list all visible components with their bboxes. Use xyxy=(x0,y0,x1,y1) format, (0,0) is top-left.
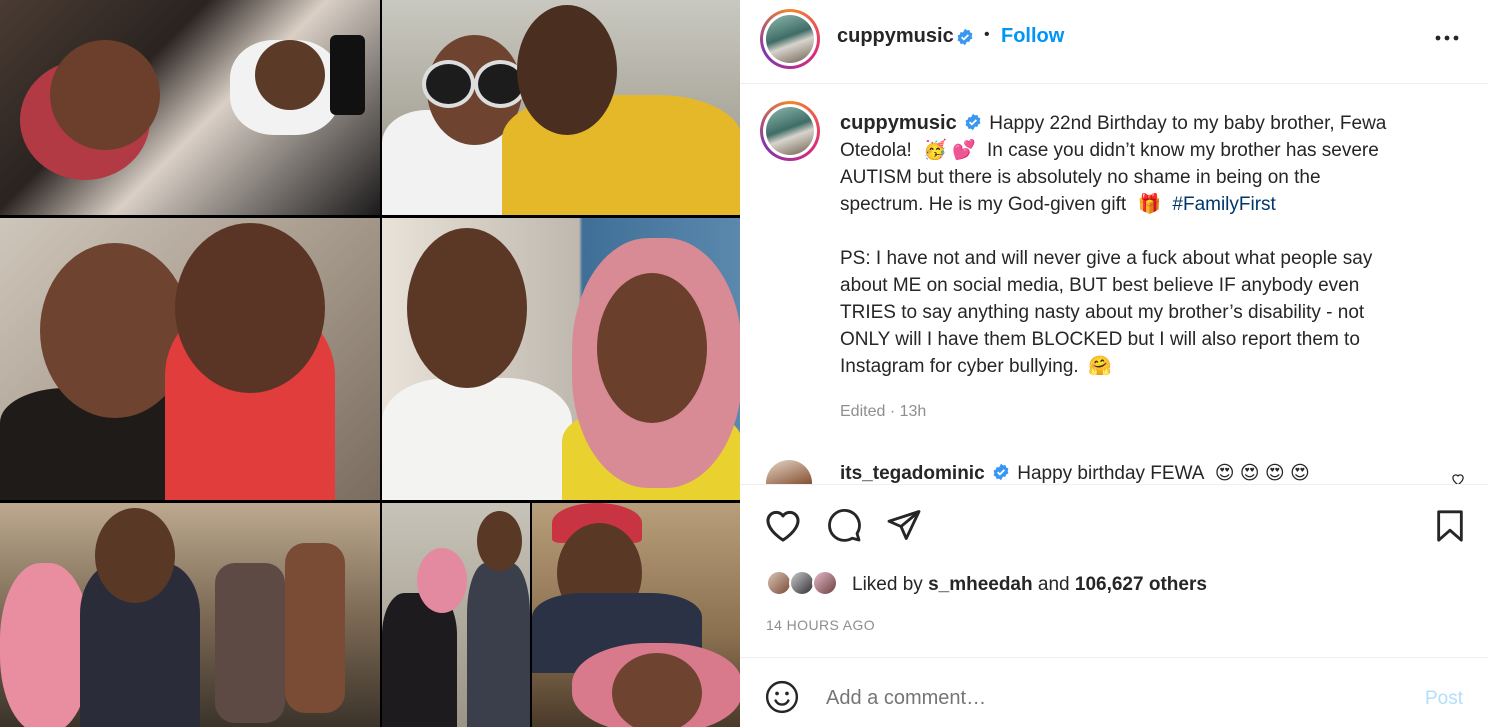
post-header: cuppymusic • Follow xyxy=(740,0,1488,84)
likes-prefix: Liked by xyxy=(852,574,923,595)
ps-line-1: PS: I have not and will never give a fuc… xyxy=(840,248,1373,269)
window-edge xyxy=(1488,0,1492,727)
header-separator: • xyxy=(984,26,990,43)
verified-badge-icon xyxy=(957,28,973,46)
party-face-emoji: 🥳 xyxy=(923,140,947,161)
post-timestamp[interactable]: 14 HOURS AGO xyxy=(766,617,875,633)
caption-username[interactable]: cuppymusic xyxy=(840,112,957,134)
hug-emoji: 🤗 xyxy=(1087,356,1112,377)
ps-line-5: Instagram for cyber bullying. 🤗 xyxy=(840,353,1440,380)
heart-icon[interactable] xyxy=(764,507,802,548)
caption-author-avatar[interactable] xyxy=(760,101,820,161)
more-options-icon[interactable] xyxy=(1434,28,1460,48)
edited-separator: · xyxy=(889,403,896,420)
comment-row: its_tegadominic Happy birthday FEWA 😍 😍 … xyxy=(740,452,1488,484)
caption-line-2: Otedola! 🥳 💕 In case you didn’t know my … xyxy=(840,137,1440,164)
caption-text: Happy 22nd Birthday to my baby brother, … xyxy=(989,113,1387,134)
likes-and: and xyxy=(1037,574,1070,595)
caption-text: Instagram for cyber bullying. xyxy=(840,356,1079,377)
gift-emoji: 🎁 xyxy=(1137,194,1162,215)
photo-tile-4 xyxy=(382,218,740,500)
caption-text: In case you didn’t know my brother has s… xyxy=(987,140,1379,161)
post-details-panel: cuppymusic • Follow cuppymusic Happy 22n… xyxy=(740,0,1489,727)
caption-line-1: cuppymusic Happy 22nd Birthday to my bab… xyxy=(840,110,1440,137)
likes-count[interactable]: 106,627 others xyxy=(1075,574,1207,595)
comment-input[interactable] xyxy=(824,682,1388,714)
liker-username[interactable]: s_mheedah xyxy=(928,574,1033,595)
commenter-avatar[interactable] xyxy=(766,460,812,484)
verified-badge-icon xyxy=(993,463,1009,481)
comment-like-icon[interactable] xyxy=(1450,472,1466,484)
edited-time[interactable]: 13h xyxy=(900,403,927,420)
commenter-username[interactable]: its_tegadominic xyxy=(840,463,985,484)
likes-summary: Liked by s_mheedah and 106,627 others xyxy=(852,574,1207,596)
photo-tile-2 xyxy=(382,0,740,215)
share-icon[interactable] xyxy=(886,507,922,548)
caption-text: spectrum. He is my God-given gift xyxy=(840,194,1127,215)
post-comment-button[interactable]: Post xyxy=(1425,688,1463,710)
caption-text: Otedola! xyxy=(840,140,912,161)
action-bar xyxy=(740,484,1488,542)
comment-bar: Post xyxy=(740,657,1488,728)
comment-text: Happy birthday FEWA xyxy=(1017,463,1204,484)
ps-line-4: ONLY will I have them BLOCKED but I will… xyxy=(840,329,1360,350)
photo-tile-5 xyxy=(0,503,380,727)
hashtag-link[interactable]: #FamilyFirst xyxy=(1172,194,1275,215)
follow-button[interactable]: Follow xyxy=(1001,25,1064,48)
photo-tile-1 xyxy=(0,0,380,215)
author-avatar[interactable] xyxy=(760,9,820,69)
author-username[interactable]: cuppymusic xyxy=(837,25,954,48)
liker-avatar xyxy=(812,570,838,596)
caption-line-3: AUTISM but there is absolutely no shame … xyxy=(840,167,1321,188)
post-caption: cuppymusic Happy 22nd Birthday to my bab… xyxy=(840,110,1440,425)
heart-eyes-emoji: 😍 😍 😍 😍 xyxy=(1214,463,1310,484)
bookmark-icon[interactable] xyxy=(1434,509,1466,548)
caption-line-4: spectrum. He is my God-given gift 🎁 #Fam… xyxy=(840,191,1440,218)
liker-avatars[interactable] xyxy=(766,570,846,600)
photo-tile-7 xyxy=(532,503,740,727)
verified-badge-icon xyxy=(965,113,981,131)
comment-icon[interactable] xyxy=(826,507,862,548)
edited-meta: Edited · 13h xyxy=(840,398,1440,425)
post-media[interactable] xyxy=(0,0,740,727)
ps-line-3: TRIES to say anything nasty about my bro… xyxy=(840,302,1365,323)
photo-tile-3 xyxy=(0,218,380,500)
edited-label: Edited xyxy=(840,403,886,420)
two-hearts-emoji: 💕 xyxy=(952,140,976,161)
ps-line-2: about ME on social media, BUT best belie… xyxy=(840,275,1360,296)
photo-tile-6 xyxy=(382,503,530,727)
emoji-icon[interactable] xyxy=(765,680,799,719)
